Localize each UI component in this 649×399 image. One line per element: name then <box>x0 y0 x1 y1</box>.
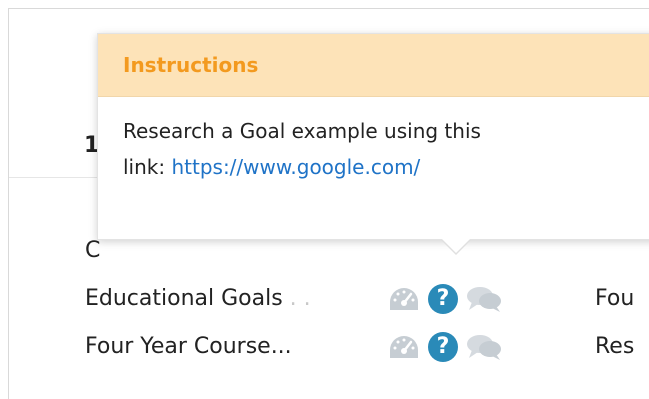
goal-row[interactable]: Four Year Course... ? Res <box>85 327 649 367</box>
question-icon[interactable]: ? <box>428 332 458 362</box>
popover-title: Instructions <box>98 34 649 97</box>
gauge-icon[interactable] <box>388 286 420 312</box>
truncation-dots: . . <box>282 286 311 311</box>
google-link[interactable]: https://www.google.com/ <box>171 155 420 179</box>
gauge-icon[interactable] <box>388 334 420 360</box>
goal-name-text: Educational Goals <box>85 286 283 311</box>
popover-link-prefix: link: <box>123 155 172 179</box>
chat-bubbles-icon[interactable] <box>466 285 502 313</box>
goal-name[interactable]: Educational Goals . . <box>85 279 311 319</box>
chat-bubbles-icon[interactable] <box>466 333 502 361</box>
goal-row[interactable]: Educational Goals . . ? Fou <box>85 279 649 319</box>
row-actions: ? <box>388 284 502 314</box>
goal-name[interactable]: Four Year Course... <box>85 327 292 367</box>
next-column-text[interactable]: Fou <box>595 279 634 319</box>
row-actions: ? <box>388 332 502 362</box>
instructions-popover: Instructions Research a Goal example usi… <box>97 33 649 240</box>
next-column-text[interactable]: Res <box>595 327 634 367</box>
question-icon[interactable]: ? <box>428 284 458 314</box>
popover-link-line: link: https://www.google.com/ <box>123 149 631 185</box>
popover-body: Research a Goal example using this link:… <box>98 97 649 185</box>
popover-text: Research a Goal example using this <box>123 119 481 143</box>
popover-caret <box>442 239 470 253</box>
